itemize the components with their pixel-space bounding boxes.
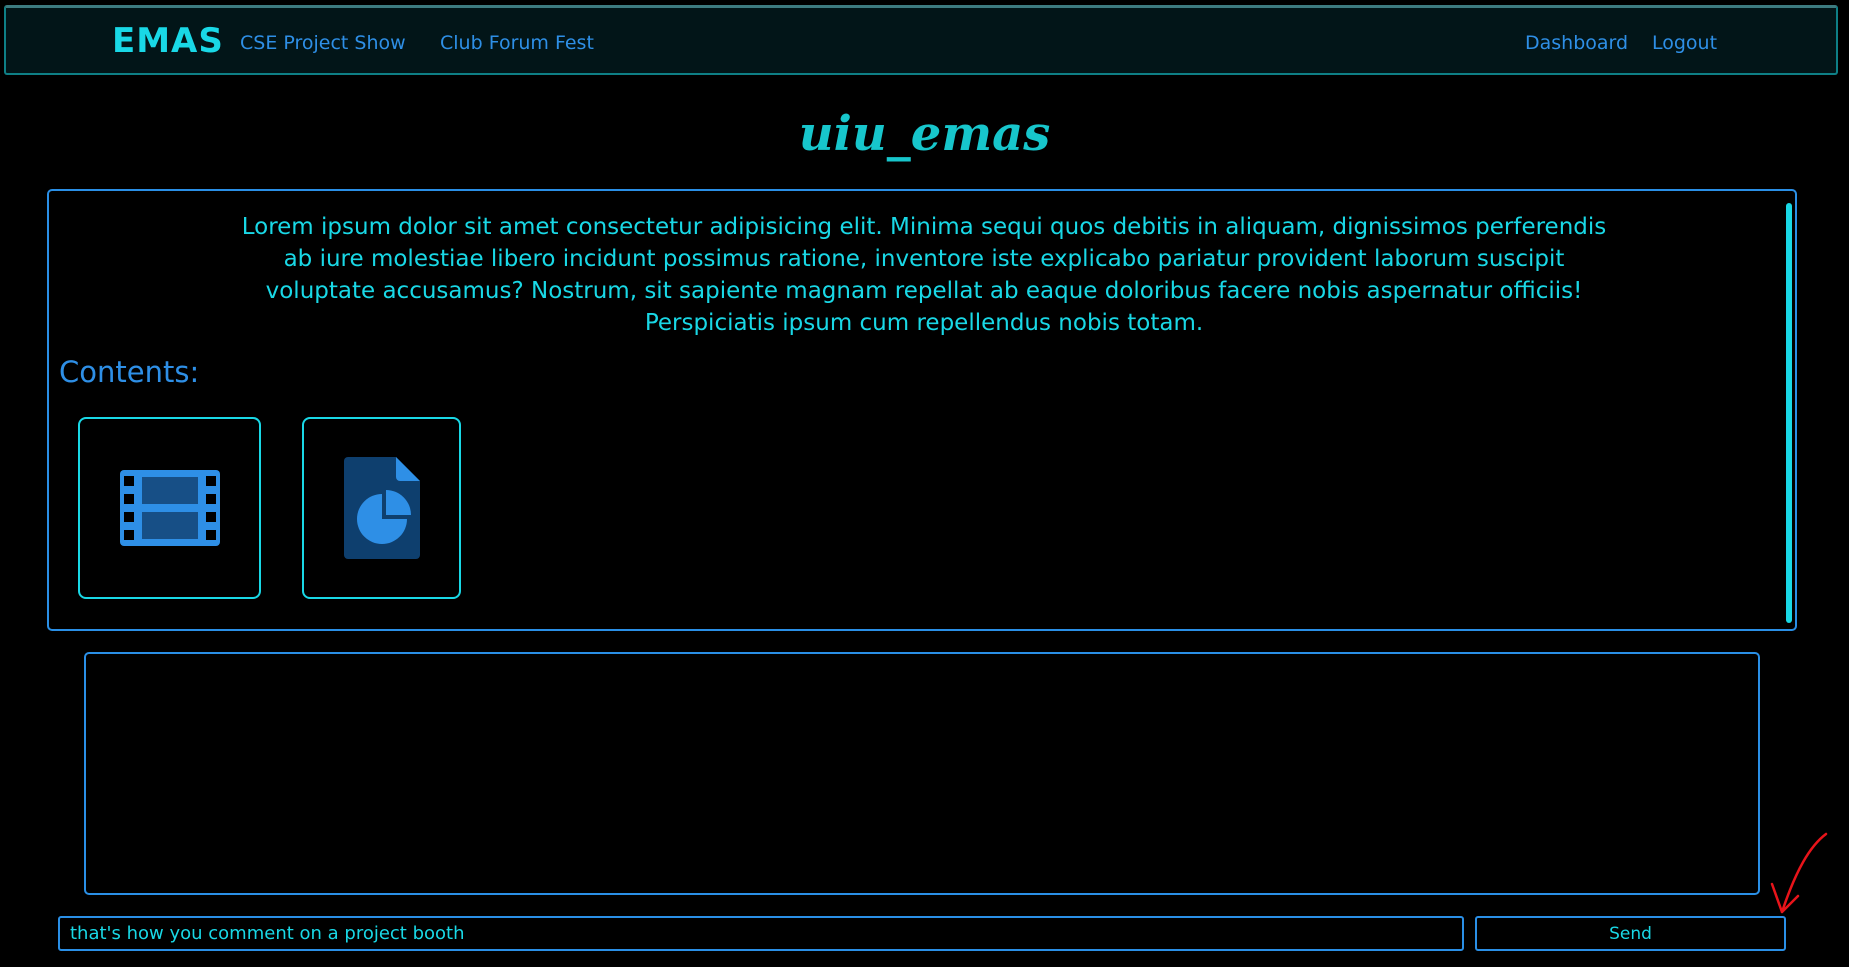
send-button[interactable]: Send bbox=[1475, 916, 1786, 951]
nav-link-club-forum-fest[interactable]: Club Forum Fest bbox=[440, 32, 594, 54]
pie-chart-document-icon bbox=[343, 457, 420, 559]
nav-link-logout[interactable]: Logout bbox=[1652, 32, 1717, 54]
page-title: uiu_emas bbox=[798, 106, 1051, 162]
navbar: EMAS CSE Project Show Club Forum Fest Da… bbox=[4, 5, 1838, 75]
comment-input[interactable] bbox=[58, 916, 1464, 951]
annotation-arrow-icon bbox=[1770, 832, 1828, 914]
brand-logo[interactable]: EMAS bbox=[112, 21, 224, 61]
booth-description: Lorem ipsum dolor sit amet consectetur a… bbox=[241, 214, 1607, 336]
content-scrollbar[interactable] bbox=[1786, 203, 1792, 623]
nav-link-cse-project-show[interactable]: CSE Project Show bbox=[240, 32, 406, 54]
nav-link-dashboard[interactable]: Dashboard bbox=[1525, 32, 1628, 54]
contents-heading: Contents: bbox=[59, 355, 200, 389]
film-icon bbox=[119, 470, 220, 546]
booth-content-panel: Lorem ipsum dolor sit amet consectetur a… bbox=[47, 189, 1797, 631]
comments-area bbox=[84, 652, 1760, 895]
content-tile-video[interactable] bbox=[78, 417, 261, 599]
content-tile-presentation[interactable] bbox=[302, 417, 461, 599]
